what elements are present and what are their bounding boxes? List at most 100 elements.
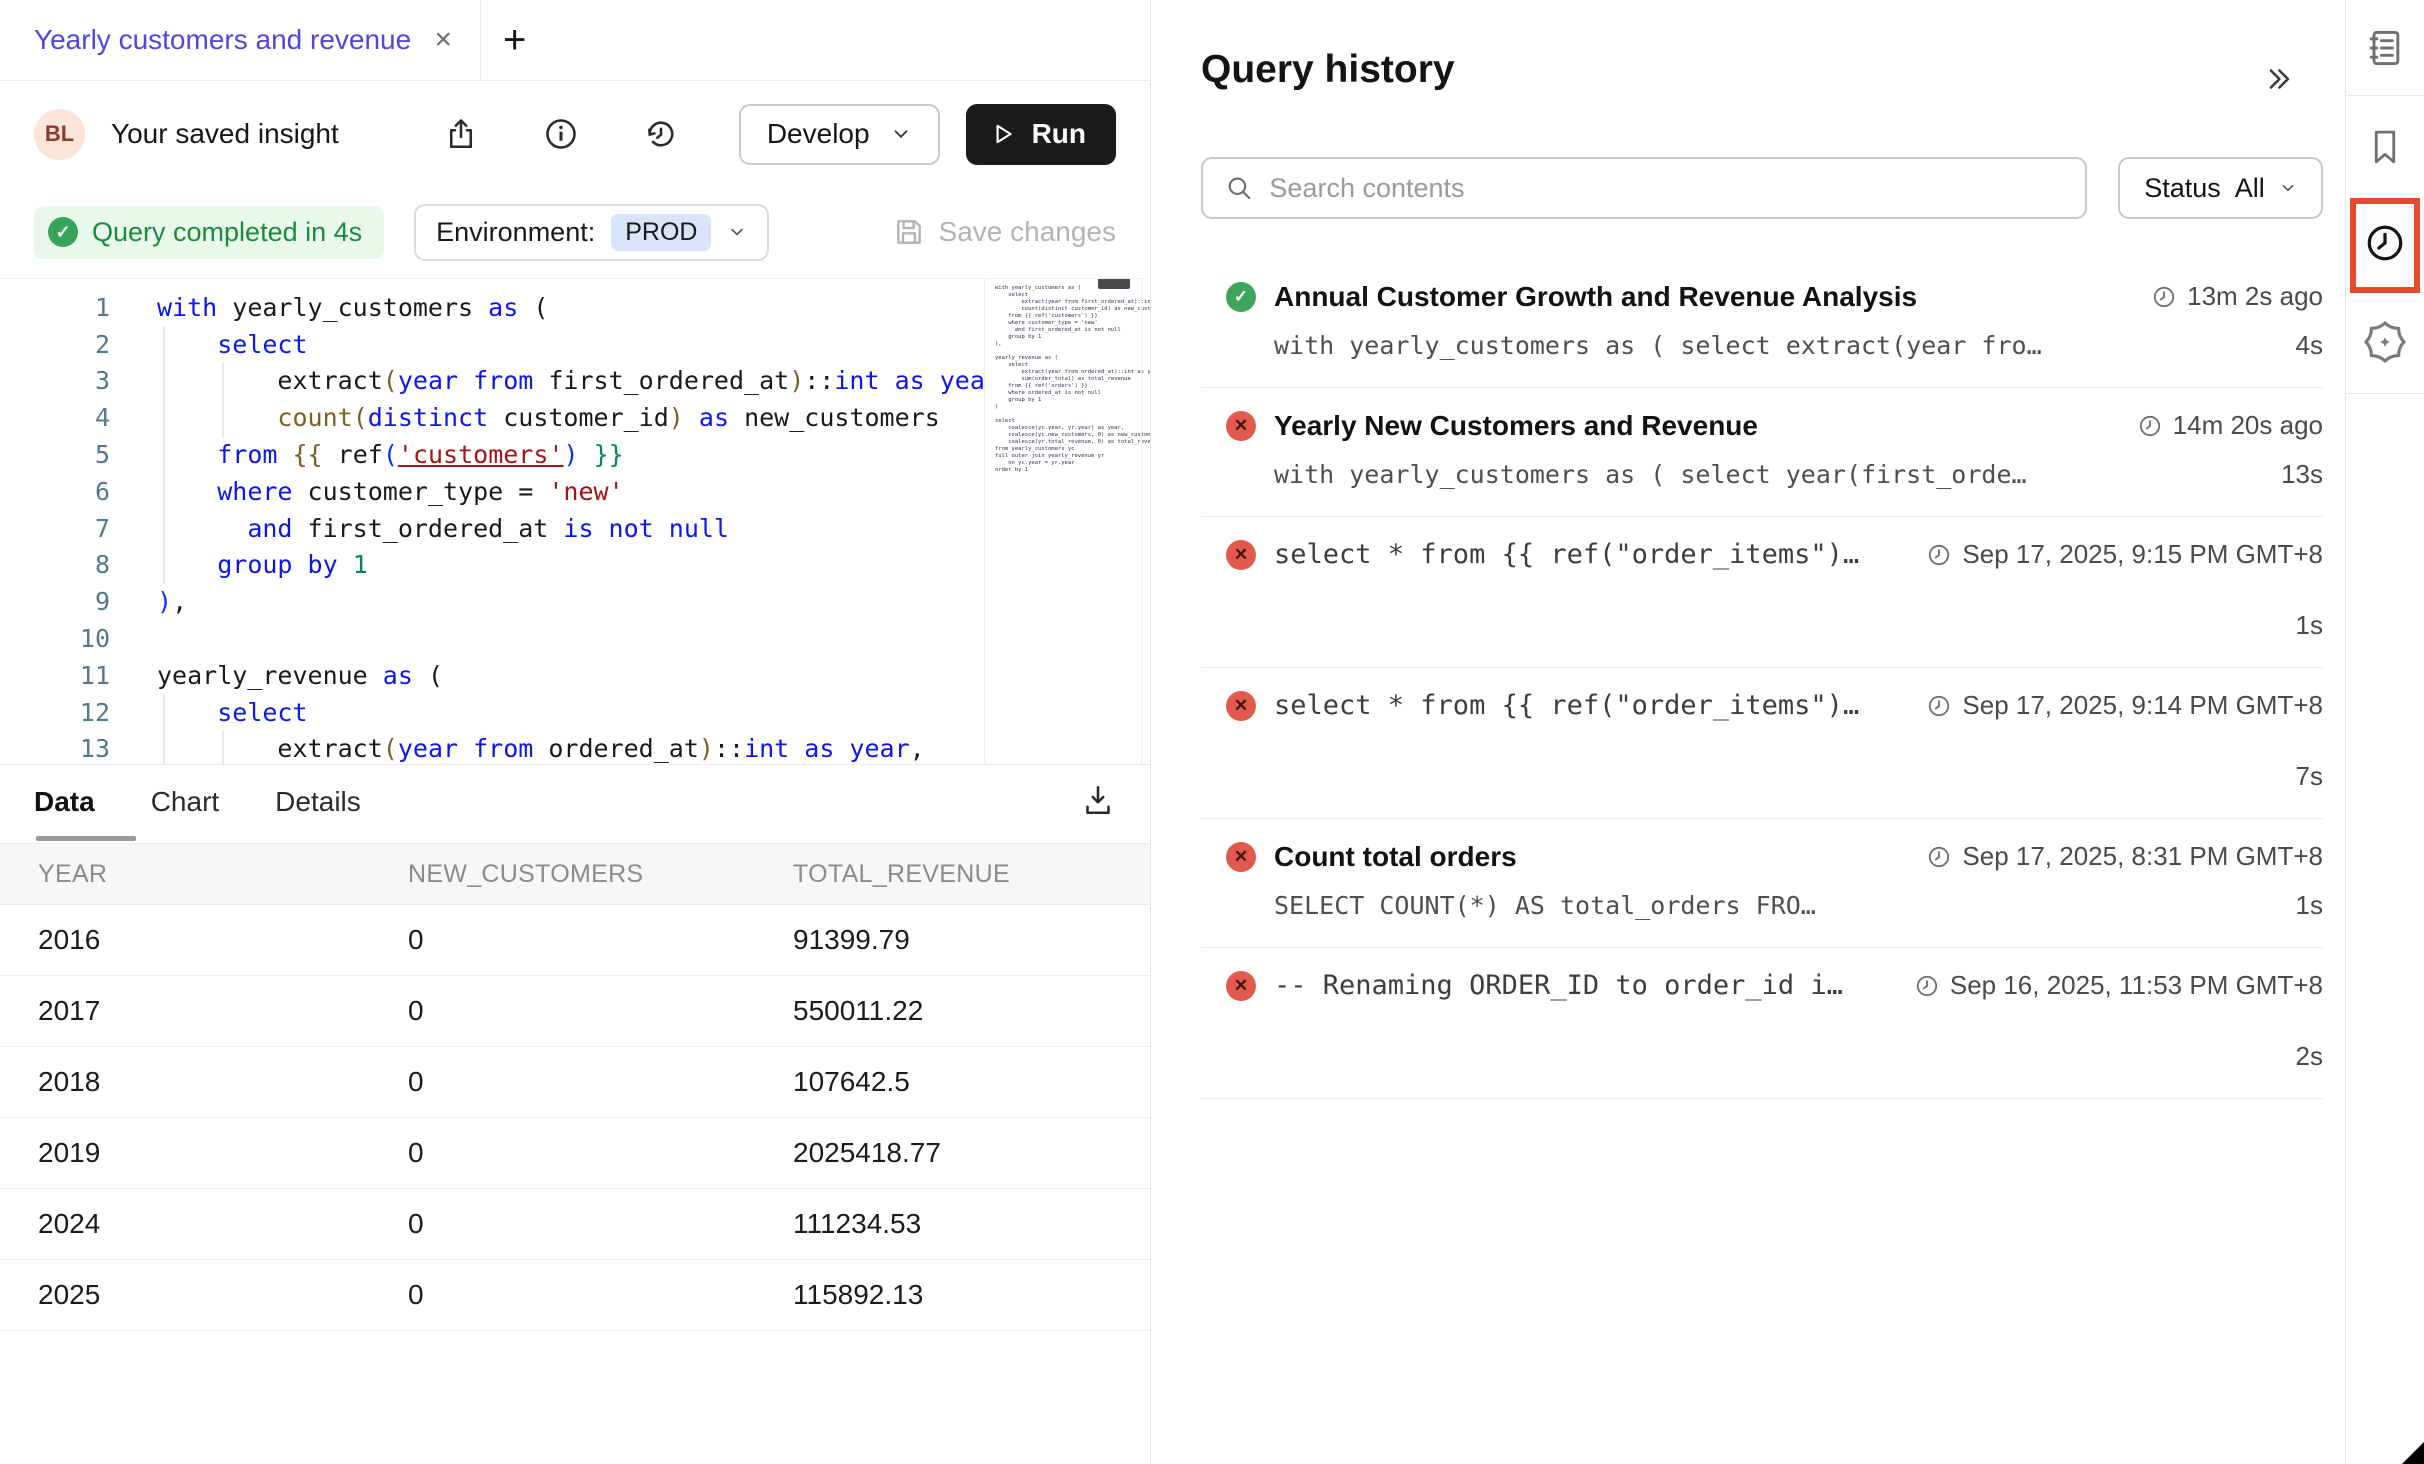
history-item-sql-preview: with yearly_customers as ( select year(f… [1274,460,2137,489]
history-item[interactable]: ✓ Annual Customer Growth and Revenue Anal… [1201,259,2323,388]
clock-icon [1914,973,1940,999]
code-lines: 1with yearly_customers as (2 select3 ext… [0,289,1150,765]
table-row[interactable]: 20250115892.13 [0,1260,1150,1331]
history-item-duration: 7s [2296,761,2323,792]
code-token: and [247,514,292,543]
cell-total-revenue: 115892.13 [793,1279,1150,1311]
environment-dropdown[interactable]: Environment: PROD [414,204,769,261]
code-line[interactable]: 13 extract(year from ordered_at)::int as… [0,731,1150,765]
history-item-meta: 13m 2s ago 4s [2151,281,2323,361]
code-line[interactable]: 12 select [0,694,1150,731]
tab-close-icon[interactable]: × [434,25,452,55]
version-history-icon[interactable] [643,116,679,152]
cell-year: 2016 [38,924,408,956]
code-token: ( [518,293,548,322]
table-row[interactable]: 20240111234.53 [0,1189,1150,1260]
history-search-box[interactable] [1201,157,2087,219]
code-line[interactable]: 10 [0,620,1150,657]
history-icon-highlight [2350,198,2420,293]
new-tab-button[interactable]: + [503,20,526,60]
code-text: yearly_revenue as ( [110,661,443,690]
code-text: with yearly_customers as ( [110,293,548,322]
develop-label: Develop [767,118,870,150]
status-filter-dropdown[interactable]: Status All [2118,157,2323,219]
notebook-icon[interactable] [2363,26,2407,75]
cell-new-customers: 0 [408,1279,793,1311]
table-row[interactable]: 201902025418.77 [0,1118,1150,1189]
timestamp-text: Sep 17, 2025, 9:15 PM GMT+8 [1962,539,2323,570]
tab-details[interactable]: Details [275,786,361,818]
table-row[interactable]: 2016091399.79 [0,905,1150,976]
history-item-title: Annual Customer Growth and Revenue Analy… [1274,281,1917,313]
code-line[interactable]: 3 extract(year from first_ordered_at)::i… [0,363,1150,400]
active-tab-underline [36,836,136,841]
share-icon[interactable] [443,116,479,152]
code-line[interactable]: 7 and first_ordered_at is not null [0,510,1150,547]
history-item-duration: 4s [2296,330,2323,361]
table-row[interactable]: 20170550011.22 [0,976,1150,1047]
minimap-divider [1141,279,1142,764]
code-token: yearly_customers [217,293,488,322]
code-line[interactable]: 9), [0,583,1150,620]
code-line[interactable]: 6 where customer_type = 'new' [0,473,1150,510]
timestamp-text: Sep 17, 2025, 8:31 PM GMT+8 [1962,841,2323,872]
line-number: 11 [0,661,110,690]
history-item[interactable]: ✕select * from {{ ref("order_items")…Sep… [1201,668,2323,819]
line-number: 6 [0,477,110,506]
history-item[interactable]: ✕-- Renaming ORDER_ID to order_id i…Sep … [1201,948,2323,1099]
code-line[interactable]: 1with yearly_customers as ( [0,289,1150,326]
clock-icon [2151,284,2177,310]
tab-yearly-customers-and-revenue[interactable]: Yearly customers and revenue × [0,0,481,80]
cell-year: 2019 [38,1137,408,1169]
code-token: extract [157,734,383,763]
history-clock-icon[interactable] [2362,220,2408,271]
history-item-timestamp: 13m 2s ago [2151,281,2323,312]
run-label: Run [1032,118,1086,150]
bookmark-icon[interactable] [2364,126,2406,173]
code-token: group by [217,550,337,579]
editor-minimap[interactable]: with yearly_customers as ( select extrac… [984,279,1144,764]
history-item[interactable]: ✕Count total ordersSELECT COUNT(*) AS to… [1201,819,2323,948]
history-item-title: Count total orders [1274,841,1517,873]
history-item[interactable]: ✕select * from {{ ref("order_items")… Sep… [1201,517,2323,668]
editor-scrollbar-thumb[interactable] [1098,279,1130,289]
code-token: year from [398,366,533,395]
save-changes-button[interactable]: Save changes [893,216,1116,248]
minimap-code: with yearly_customers as ( select extrac… [995,285,1150,474]
code-line[interactable]: 11yearly_revenue as ( [0,657,1150,694]
code-token: ( [383,734,398,763]
code-token: 1 [353,550,368,579]
code-line[interactable]: 2 select [0,326,1150,363]
avatar: BL [34,109,85,160]
code-token: }} [594,440,624,469]
code-line[interactable]: 5 from {{ ref('customers') }} [0,436,1150,473]
table-row[interactable]: 20180107642.5 [0,1047,1150,1118]
history-item-title: -- Renaming ORDER_ID to order_id i… [1274,970,1843,1001]
code-token: where [217,477,292,506]
history-item-content: ✕select * from {{ ref("order_items")… [1226,539,1926,641]
tab-data[interactable]: Data [34,786,95,818]
success-check-icon: ✓ [48,217,78,247]
tab-chart[interactable]: Chart [151,786,219,818]
info-icon[interactable] [543,116,579,152]
dbt-logo-icon[interactable] [2361,318,2409,371]
code-line[interactable]: 4 count(distinct customer_id) as new_cus… [0,399,1150,436]
status-success-icon: ✓ [1226,282,1256,312]
collapse-panel-icon[interactable] [2261,62,2295,101]
download-results-icon[interactable] [1080,782,1116,823]
sql-code-editor[interactable]: 1with yearly_customers as (2 select3 ext… [0,279,1150,765]
code-line[interactable]: 8 group by 1 [0,547,1150,584]
line-number: 5 [0,440,110,469]
line-number: 9 [0,587,110,616]
search-input[interactable] [1269,173,2063,204]
develop-dropdown[interactable]: Develop [739,104,940,165]
code-token: int as year [744,734,910,763]
history-item[interactable]: ✕Yearly New Customers and Revenuewith ye… [1201,388,2323,517]
results-table-header: YEAR NEW_CUSTOMERS TOTAL_REVENUE [0,843,1150,905]
history-item-duration: 1s [2296,610,2323,641]
code-token [277,440,292,469]
cell-new-customers: 0 [408,1208,793,1240]
code-token [338,550,353,579]
history-item-timestamp: 14m 20s ago [2137,410,2323,441]
run-button[interactable]: Run [966,104,1116,165]
